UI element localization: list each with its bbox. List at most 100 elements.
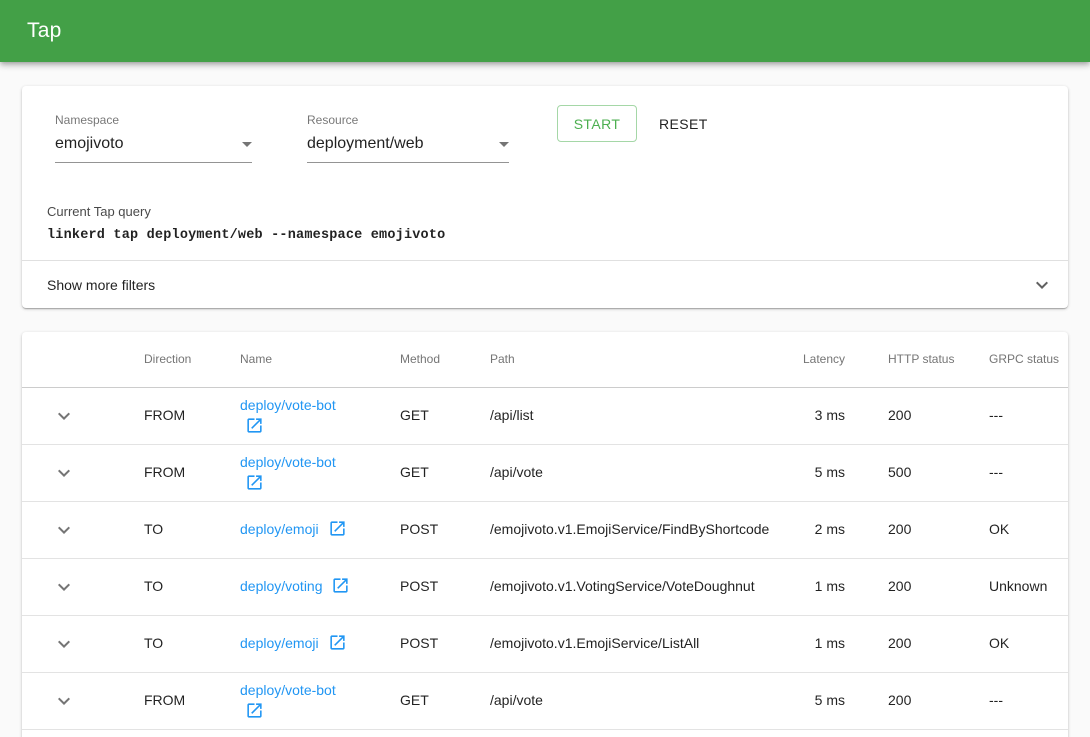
open-in-new-icon[interactable]	[328, 633, 347, 652]
expand-row-button[interactable]	[44, 624, 84, 664]
http-status-cell: 200	[845, 672, 946, 729]
chevron-down-icon	[52, 632, 76, 656]
chevron-down-icon	[52, 404, 76, 428]
path-cell: /emojivoto.v1.VotingService/VoteDoughnut	[490, 558, 780, 615]
name-cell: deploy/vote-bot	[240, 387, 400, 444]
http-status-cell: 200	[845, 387, 946, 444]
http-status-cell: 200	[845, 501, 946, 558]
appbar: Tap	[0, 0, 1090, 62]
method-cell: GET	[400, 444, 490, 501]
latency-cell: 2 ms	[780, 501, 845, 558]
grpc-status-cell: ---	[946, 672, 1068, 729]
namespace-value: emojivoto	[55, 134, 123, 154]
grpc-status-cell: ---	[946, 444, 1068, 501]
path-cell: /emojivoto.v1.EmojiService/FindByShortco…	[490, 501, 780, 558]
resource-link[interactable]: deploy/vote-bot	[240, 397, 336, 434]
table-row: TO deploy/voting POST /emojivoto.v1.Voti…	[22, 558, 1068, 615]
table-row: FROM deploy/vote-bot GET /api/vote 5 ms …	[22, 444, 1068, 501]
latency-cell: 3 ms	[780, 387, 845, 444]
direction-cell: FROM	[144, 387, 240, 444]
resource-link[interactable]: deploy/vote-bot	[240, 454, 336, 491]
path-cell: /api/list	[490, 387, 780, 444]
open-in-new-icon[interactable]	[245, 701, 264, 720]
method-cell: GET	[400, 387, 490, 444]
chevron-down-icon	[52, 518, 76, 542]
method-column-header: Method	[400, 332, 490, 387]
name-cell: deploy/emoji	[240, 501, 400, 558]
direction-cell: TO	[144, 501, 240, 558]
direction-cell: FROM	[144, 672, 240, 729]
name-cell: deploy/vote-bot	[240, 672, 400, 729]
reset-button[interactable]: RESET	[651, 106, 716, 142]
page-title: Tap	[27, 19, 61, 43]
chevron-down-icon	[1030, 273, 1054, 297]
chevron-down-icon	[52, 689, 76, 713]
direction-column-header: Direction	[144, 332, 240, 387]
method-cell: POST	[400, 558, 490, 615]
direction-cell: TO	[144, 615, 240, 672]
latency-column-header: Latency	[780, 332, 845, 387]
tap-results-table: Direction Name Method Path Latency HTTP …	[22, 332, 1068, 730]
path-cell: /api/vote	[490, 672, 780, 729]
expand-row-button[interactable]	[44, 453, 84, 493]
http-status-cell: 200	[845, 558, 946, 615]
current-tap-query-label: Current Tap query	[47, 205, 1044, 218]
direction-cell: TO	[144, 558, 240, 615]
show-more-filters-toggle[interactable]: Show more filters	[22, 261, 1068, 308]
name-cell: deploy/vote-bot	[240, 444, 400, 501]
resource-value: deployment/web	[307, 134, 424, 154]
table-row: FROM deploy/vote-bot GET /api/vote 5 ms …	[22, 672, 1068, 729]
expand-column-header	[22, 332, 144, 387]
page-content: Namespace emojivoto Resource deployment/…	[0, 62, 1090, 737]
open-in-new-icon[interactable]	[245, 473, 264, 492]
name-cell: deploy/emoji	[240, 615, 400, 672]
arrow-drop-down-icon[interactable]	[235, 132, 259, 156]
name-column-header: Name	[240, 332, 400, 387]
name-cell: deploy/voting	[240, 558, 400, 615]
tap-results-card: Direction Name Method Path Latency HTTP …	[22, 332, 1068, 737]
namespace-label: Namespace	[55, 114, 252, 126]
tap-table-body: FROM deploy/vote-bot GET /api/list 3 ms …	[22, 387, 1068, 729]
open-in-new-icon[interactable]	[245, 416, 264, 435]
expand-row-button[interactable]	[44, 396, 84, 436]
resource-link[interactable]: deploy/vote-bot	[240, 682, 336, 719]
namespace-select[interactable]: Namespace emojivoto	[55, 114, 252, 163]
arrow-drop-down-icon[interactable]	[492, 132, 516, 156]
resource-link[interactable]: deploy/voting	[240, 578, 350, 594]
path-cell: /emojivoto.v1.EmojiService/ListAll	[490, 615, 780, 672]
chevron-down-icon	[52, 461, 76, 485]
http-status-column-header: HTTP status	[845, 332, 946, 387]
tap-filters-card: Namespace emojivoto Resource deployment/…	[22, 86, 1068, 308]
tap-query-command: linkerd tap deployment/web --namespace e…	[47, 228, 1044, 243]
expand-row-button[interactable]	[44, 681, 84, 721]
current-query-section: Current Tap query linkerd tap deployment…	[47, 205, 1044, 243]
grpc-status-cell: OK	[946, 615, 1068, 672]
direction-cell: FROM	[144, 444, 240, 501]
filters-fields-row: Namespace emojivoto Resource deployment/…	[22, 86, 1068, 163]
table-row: TO deploy/emoji POST /emojivoto.v1.Emoji…	[22, 615, 1068, 672]
expand-row-button[interactable]	[44, 567, 84, 607]
method-cell: POST	[400, 615, 490, 672]
latency-cell: 5 ms	[780, 672, 845, 729]
http-status-cell: 500	[845, 444, 946, 501]
latency-cell: 1 ms	[780, 615, 845, 672]
path-cell: /api/vote	[490, 444, 780, 501]
method-cell: GET	[400, 672, 490, 729]
table-header-row: Direction Name Method Path Latency HTTP …	[22, 332, 1068, 387]
open-in-new-icon[interactable]	[331, 576, 350, 595]
grpc-status-cell: ---	[946, 387, 1068, 444]
open-in-new-icon[interactable]	[328, 519, 347, 538]
chevron-down-icon	[52, 575, 76, 599]
resource-label: Resource	[307, 114, 509, 126]
expand-row-button[interactable]	[44, 510, 84, 550]
path-column-header: Path	[490, 332, 780, 387]
resource-link[interactable]: deploy/emoji	[240, 635, 347, 651]
start-button[interactable]: START	[557, 105, 637, 142]
resource-link[interactable]: deploy/emoji	[240, 521, 347, 537]
resource-select[interactable]: Resource deployment/web	[307, 114, 509, 163]
latency-cell: 1 ms	[780, 558, 845, 615]
http-status-cell: 200	[845, 615, 946, 672]
filter-actions: START RESET	[557, 105, 716, 142]
method-cell: POST	[400, 501, 490, 558]
table-row: TO deploy/emoji POST /emojivoto.v1.Emoji…	[22, 501, 1068, 558]
